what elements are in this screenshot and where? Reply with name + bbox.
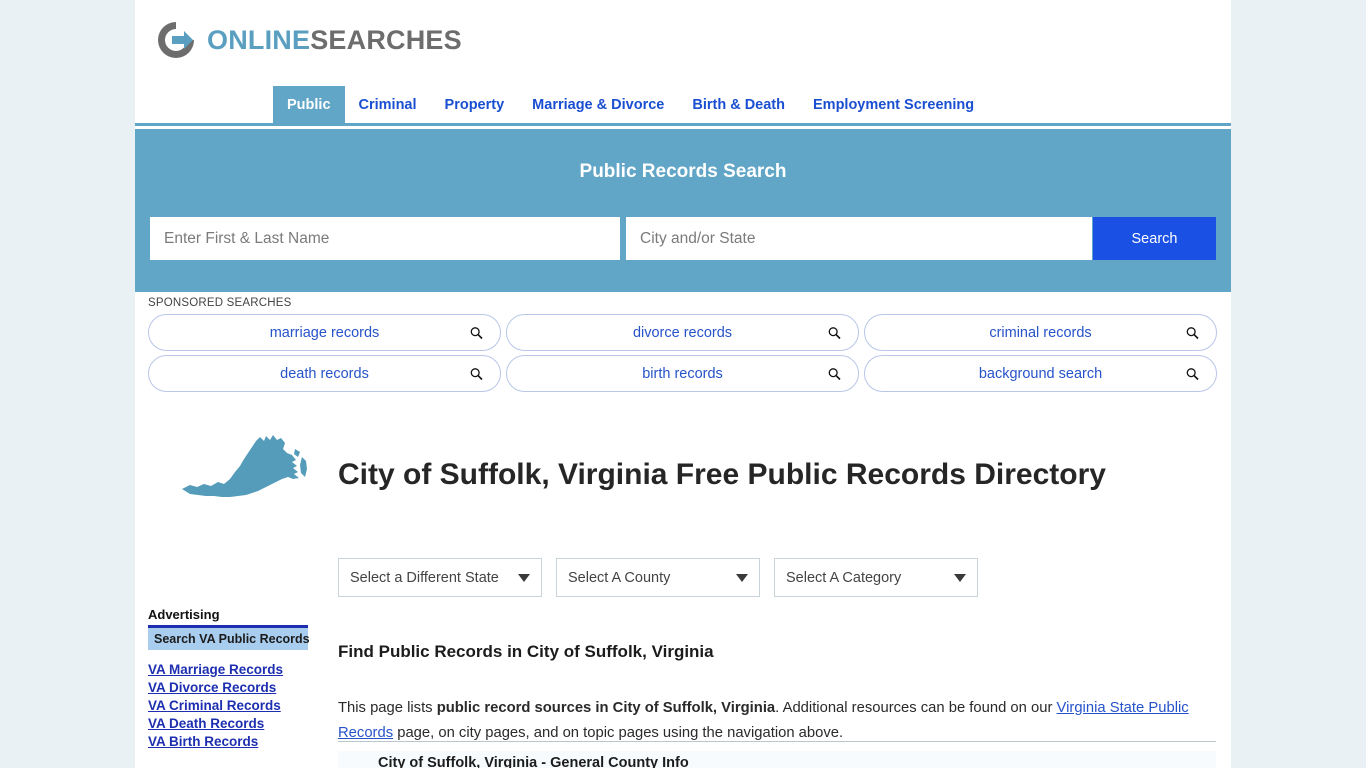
advertising-links: VA Marriage Records VA Divorce Records V… bbox=[148, 662, 308, 749]
tab-property[interactable]: Property bbox=[431, 86, 519, 123]
sponsored-searches-grid: marriage records divorce records crimina… bbox=[148, 314, 1218, 392]
logo-wordmark: ONLINESEARCHES bbox=[207, 25, 462, 56]
magnifier-icon bbox=[1186, 326, 1199, 339]
main-navigation: Public Criminal Property Marriage & Divo… bbox=[135, 86, 1231, 126]
paragraph-text-3: page, on city pages, and on topic pages … bbox=[393, 724, 844, 741]
tab-public[interactable]: Public bbox=[273, 86, 345, 123]
filter-dropdowns: Select a Different State Select A County… bbox=[338, 558, 978, 597]
page-title: City of Suffolk, Virginia Free Public Re… bbox=[338, 458, 1106, 492]
search-va-public-records-banner[interactable]: Search VA Public Records bbox=[148, 628, 310, 650]
search-submit-button[interactable]: Search bbox=[1093, 217, 1216, 260]
table-header-label: City of Suffolk, Virginia - General Coun… bbox=[378, 755, 689, 768]
select-county-label: Select A County bbox=[568, 569, 671, 586]
sponsored-pill-divorce-records[interactable]: divorce records bbox=[506, 314, 859, 351]
sponsored-pill-label: criminal records bbox=[989, 324, 1092, 341]
ad-link-va-birth-records[interactable]: VA Birth Records bbox=[148, 734, 308, 749]
site-logo[interactable]: ONLINESEARCHES bbox=[154, 16, 462, 64]
sponsored-pill-birth-records[interactable]: birth records bbox=[506, 355, 859, 392]
ad-link-va-marriage-records[interactable]: VA Marriage Records bbox=[148, 662, 308, 677]
select-county-dropdown[interactable]: Select A County bbox=[556, 558, 760, 597]
tab-employment-screening[interactable]: Employment Screening bbox=[799, 86, 988, 123]
chevron-down-icon bbox=[518, 573, 530, 582]
paragraph-text-2: . Additional resources can be found on o… bbox=[775, 699, 1057, 716]
chevron-down-icon bbox=[954, 573, 966, 582]
intro-paragraph: This page lists public record sources in… bbox=[338, 696, 1214, 746]
sponsored-pill-label: divorce records bbox=[632, 324, 733, 341]
magnifier-icon bbox=[828, 367, 841, 380]
sponsored-searches-label: SPONSORED SEARCHES bbox=[148, 297, 292, 309]
search-band: Public Records Search Search bbox=[135, 129, 1231, 292]
sponsored-pill-label: birth records bbox=[642, 365, 723, 382]
circle-arrow-icon bbox=[154, 18, 198, 62]
logo-word-searches: SEARCHES bbox=[310, 24, 462, 55]
paragraph-bold-1: public record sources in City of Suffolk… bbox=[436, 699, 776, 716]
sponsored-searches-section: SPONSORED SEARCHES marriage records divo… bbox=[148, 297, 1218, 392]
sponsored-pill-background-search[interactable]: background search bbox=[864, 355, 1217, 392]
chevron-down-icon bbox=[736, 573, 748, 582]
paragraph-text-1: This page lists bbox=[338, 699, 437, 716]
advertising-title: Advertising bbox=[148, 607, 220, 622]
tab-marriage-divorce[interactable]: Marriage & Divorce bbox=[518, 86, 678, 123]
advertising-sidebar: Advertising Search VA Public Records VA … bbox=[148, 607, 310, 749]
ad-link-va-death-records[interactable]: VA Death Records bbox=[148, 716, 308, 731]
ad-link-va-divorce-records[interactable]: VA Divorce Records bbox=[148, 680, 308, 695]
tab-birth-death[interactable]: Birth & Death bbox=[678, 86, 799, 123]
search-form: Search bbox=[150, 217, 1216, 260]
section-heading: Find Public Records in City of Suffolk, … bbox=[338, 642, 714, 662]
sponsored-pill-label: marriage records bbox=[269, 324, 380, 341]
general-county-info-table-header: City of Suffolk, Virginia - General Coun… bbox=[338, 751, 1216, 768]
select-category-dropdown[interactable]: Select A Category bbox=[774, 558, 978, 597]
logo-word-online: ONLINE bbox=[207, 24, 311, 55]
content-divider bbox=[338, 741, 1216, 742]
sponsored-pill-criminal-records[interactable]: criminal records bbox=[864, 314, 1217, 351]
page-root: ONLINESEARCHES Public Criminal Property … bbox=[0, 0, 1366, 768]
content-container: ONLINESEARCHES Public Criminal Property … bbox=[135, 0, 1231, 768]
select-category-label: Select A Category bbox=[786, 569, 902, 586]
ad-link-va-criminal-records[interactable]: VA Criminal Records bbox=[148, 698, 308, 713]
virginia-state-map-icon bbox=[180, 427, 320, 505]
select-state-label: Select a Different State bbox=[350, 569, 499, 586]
sponsored-pill-marriage-records[interactable]: marriage records bbox=[148, 314, 501, 351]
search-band-title: Public Records Search bbox=[579, 161, 787, 182]
select-state-dropdown[interactable]: Select a Different State bbox=[338, 558, 542, 597]
sponsored-pill-label: background search bbox=[978, 365, 1103, 382]
tab-criminal[interactable]: Criminal bbox=[345, 86, 431, 123]
magnifier-icon bbox=[828, 326, 841, 339]
name-search-input[interactable] bbox=[150, 217, 620, 260]
city-state-search-input[interactable] bbox=[626, 217, 1092, 260]
magnifier-icon bbox=[470, 326, 483, 339]
magnifier-icon bbox=[1186, 367, 1199, 380]
magnifier-icon bbox=[470, 367, 483, 380]
sponsored-pill-label: death records bbox=[280, 365, 369, 382]
sponsored-pill-death-records[interactable]: death records bbox=[148, 355, 501, 392]
